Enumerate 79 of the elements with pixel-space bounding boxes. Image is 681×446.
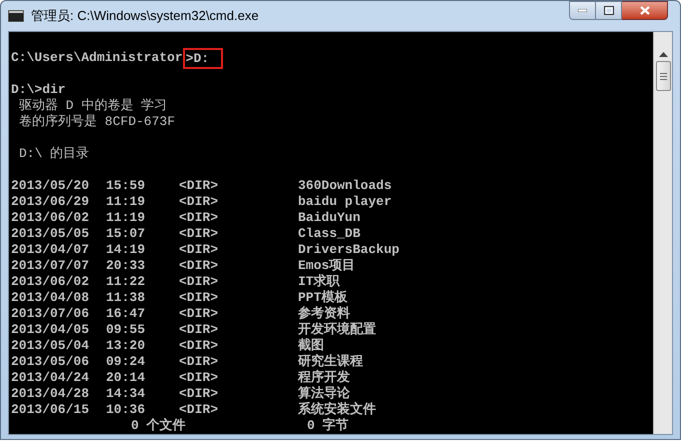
console-icon (8, 10, 24, 22)
folder-name: 参考资料 (298, 306, 350, 322)
time-cell-text: 13:20 (106, 338, 146, 354)
time-cell-text: 20:33 (106, 258, 146, 274)
type-cell-text: <DIR> (179, 178, 220, 194)
maximize-icon (604, 6, 614, 15)
window-title: 管理员: C:\Windows\system32\cmd.exe (31, 7, 259, 26)
date-cell-text: 2013/05/04 (11, 338, 90, 354)
date-cell-text: 2013/04/08 (11, 290, 90, 306)
folder-name: Emos项目 (298, 258, 356, 274)
console-line: D:\ 的目录 (18, 146, 90, 162)
folder-name: DriversBackup (298, 242, 400, 258)
scroll-up-icon[interactable] (658, 52, 668, 57)
type-cell-text: <DIR> (179, 338, 220, 354)
close-button[interactable] (622, 1, 668, 20)
type-cell-text: <DIR> (179, 290, 220, 306)
time-cell-text: 11:22 (106, 274, 146, 290)
folder-name: 开发环境配置 (298, 322, 376, 338)
date-cell-text: 2013/04/24 (11, 370, 90, 386)
folder-name: Class_DB (298, 226, 360, 242)
folder-name: 截图 (298, 338, 324, 354)
date-cell-text: 2013/04/28 (11, 386, 90, 402)
type-cell-text: <DIR> (179, 370, 220, 386)
folder-name: IT求职 (298, 274, 340, 290)
folder-name: BaiduYun (298, 210, 360, 226)
time-cell-text: 14:19 (106, 242, 146, 258)
folder-name: 程序开发 (298, 370, 350, 386)
scrollbar[interactable] (653, 32, 672, 434)
type-cell-text: <DIR> (179, 210, 220, 226)
date-cell-text: 2013/05/20 (11, 178, 90, 194)
date-cell-text: 2013/06/02 (11, 210, 90, 226)
date-cell-text: 2013/04/07 (11, 242, 90, 258)
maximize-button[interactable] (596, 1, 622, 20)
type-cell-text: <DIR> (179, 242, 220, 258)
prompt-path: C:\Users\Administrator (11, 50, 183, 66)
type-cell-text: <DIR> (179, 258, 220, 274)
date-cell-text: 2013/07/07 (11, 258, 90, 274)
close-icon (640, 6, 650, 15)
type-cell-text: <DIR> (179, 402, 220, 418)
type-cell-text: <DIR> (179, 226, 220, 242)
date-cell-text: 2013/05/05 (11, 226, 90, 242)
typed-command: >D: (182, 48, 224, 68)
date-cell-text: 2013/06/02 (11, 274, 90, 290)
folder-name: 算法导论 (298, 386, 350, 402)
folder-name: 研究生课程 (298, 354, 363, 370)
time-cell-text: 11:19 (106, 210, 146, 226)
time-cell-text: 20:14 (106, 370, 146, 386)
type-cell-text: <DIR> (179, 322, 220, 338)
scrollbar-thumb[interactable] (656, 61, 670, 91)
time-cell-text: 11:38 (106, 290, 146, 306)
date-cell-text: 2013/06/29 (11, 194, 90, 210)
time-cell-text: 15:59 (106, 178, 146, 194)
type-cell-text: <DIR> (179, 354, 220, 370)
folder-name: 系统安装文件 (298, 402, 376, 418)
folder-name: baidu player (298, 194, 392, 210)
type-cell-text: <DIR> (179, 306, 220, 322)
time-cell-text: 09:24 (106, 354, 146, 370)
folder-name: PPT模板 (298, 290, 348, 306)
byte-count: 0 字节 (307, 418, 349, 434)
type-cell-text: <DIR> (179, 386, 220, 402)
date-cell-text: 2013/04/05 (11, 322, 90, 338)
file-count: 0 个文件 (131, 418, 187, 434)
console-line: 卷的序列号是 8CFD-673F (18, 114, 176, 130)
minimize-button[interactable] (569, 1, 596, 20)
time-cell-text: 11:19 (106, 194, 146, 210)
console-line: 驱动器 D 中的卷是 学习 (18, 98, 168, 114)
console-line: D:\>dir (11, 82, 66, 98)
minimize-icon (578, 9, 587, 12)
folder-name: 360Downloads (298, 178, 392, 194)
time-cell-text: 10:36 (106, 402, 146, 418)
type-cell-text: <DIR> (179, 274, 220, 290)
time-cell-text: 15:07 (106, 226, 146, 242)
time-cell-text: 16:47 (106, 306, 146, 322)
date-cell-text: 2013/06/15 (11, 402, 90, 418)
date-cell-text: 2013/05/06 (11, 354, 90, 370)
time-cell-text: 14:34 (106, 386, 146, 402)
time-cell-text: 09:55 (106, 322, 146, 338)
date-cell-text: 2013/07/06 (11, 306, 90, 322)
type-cell-text: <DIR> (179, 194, 220, 210)
